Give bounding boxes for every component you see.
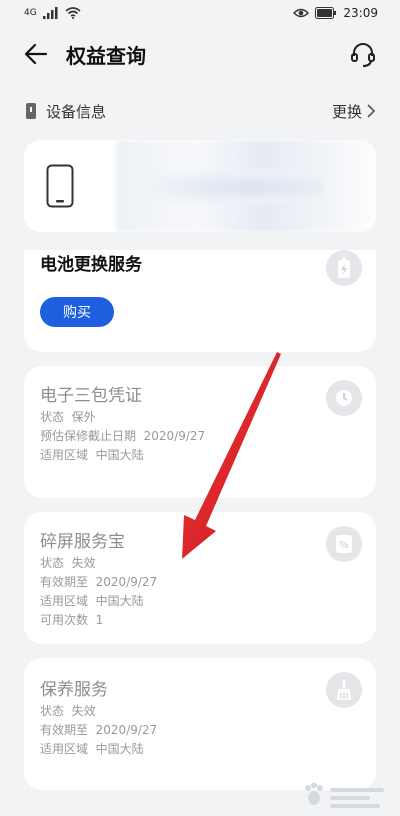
detail-row: 适用区域 中国大陆 <box>40 448 144 462</box>
detail-row: 适用区域 中国大陆 <box>40 594 144 608</box>
clock-icon <box>326 380 362 416</box>
battery-icon <box>326 250 362 286</box>
card-details: 状态 保外 预估保修截止日期 2020/9/27 适用区域 中国大陆 <box>40 408 205 465</box>
network-label: 4G <box>24 8 37 18</box>
wifi-icon <box>65 7 81 19</box>
percent-tag-icon: % <box>326 526 362 562</box>
detail-row: 有效期至 2020/9/27 <box>40 723 158 737</box>
detail-row: 预估保修截止日期 2020/9/27 <box>40 429 206 443</box>
card-details: 状态 失效 有效期至 2020/9/27 适用区域 中国大陆 <box>40 702 157 759</box>
card-title: 碎屏服务宝 <box>40 532 125 552</box>
clock-time: 23:09 <box>343 6 378 20</box>
card-title: 电子三包凭证 <box>40 386 142 406</box>
detail-row: 状态 失效 <box>40 704 96 718</box>
signal-icon <box>42 7 58 19</box>
detail-row: 有效期至 2020/9/27 <box>40 575 158 589</box>
battery-service-card: 电池更换服务 购买 <box>24 250 376 352</box>
card-details: 状态 失效 有效期至 2020/9/27 适用区域 中国大陆 可用次数 1 <box>40 554 157 630</box>
maintenance-service-card[interactable]: 保养服务 状态 失效 有效期至 2020/9/27 适用区域 中国大陆 <box>24 658 376 790</box>
status-bar: 4G 23:09 <box>0 0 400 26</box>
chevron-right-icon <box>367 104 376 118</box>
battery-status-icon <box>315 7 337 19</box>
customer-service-icon[interactable] <box>348 40 378 70</box>
device-card[interactable] <box>24 140 376 232</box>
detail-row: 可用次数 1 <box>40 613 104 627</box>
replace-label: 更换 <box>331 102 362 121</box>
device-info-icon <box>26 103 36 119</box>
detail-row: 状态 保外 <box>40 410 96 424</box>
device-info-label: 设备信息 <box>46 102 107 121</box>
buy-button[interactable]: 购买 <box>40 297 114 327</box>
phone-icon <box>46 164 74 208</box>
card-title: 保养服务 <box>40 680 108 700</box>
back-arrow-icon[interactable] <box>22 40 50 68</box>
watermark-logo <box>305 782 384 808</box>
device-info-row: 设备信息 更换 <box>26 98 376 124</box>
screen-protection-card[interactable]: 碎屏服务宝 % 状态 失效 有效期至 2020/9/27 适用区域 中国大陆 可… <box>24 512 376 644</box>
page-title: 权益查询 <box>66 44 146 68</box>
device-details-blurred <box>116 140 376 232</box>
detail-row: 适用区域 中国大陆 <box>40 742 144 756</box>
card-title: 电池更换服务 <box>40 255 142 275</box>
replace-device-button[interactable]: 更换 <box>332 101 376 122</box>
svg-text:%: % <box>339 540 349 551</box>
broom-icon <box>326 672 362 708</box>
page-header: 权益查询 <box>0 30 400 78</box>
eye-icon <box>293 8 310 18</box>
detail-row: 状态 失效 <box>40 556 96 570</box>
e-warranty-card[interactable]: 电子三包凭证 状态 保外 预估保修截止日期 2020/9/27 适用区域 中国大… <box>24 366 376 498</box>
